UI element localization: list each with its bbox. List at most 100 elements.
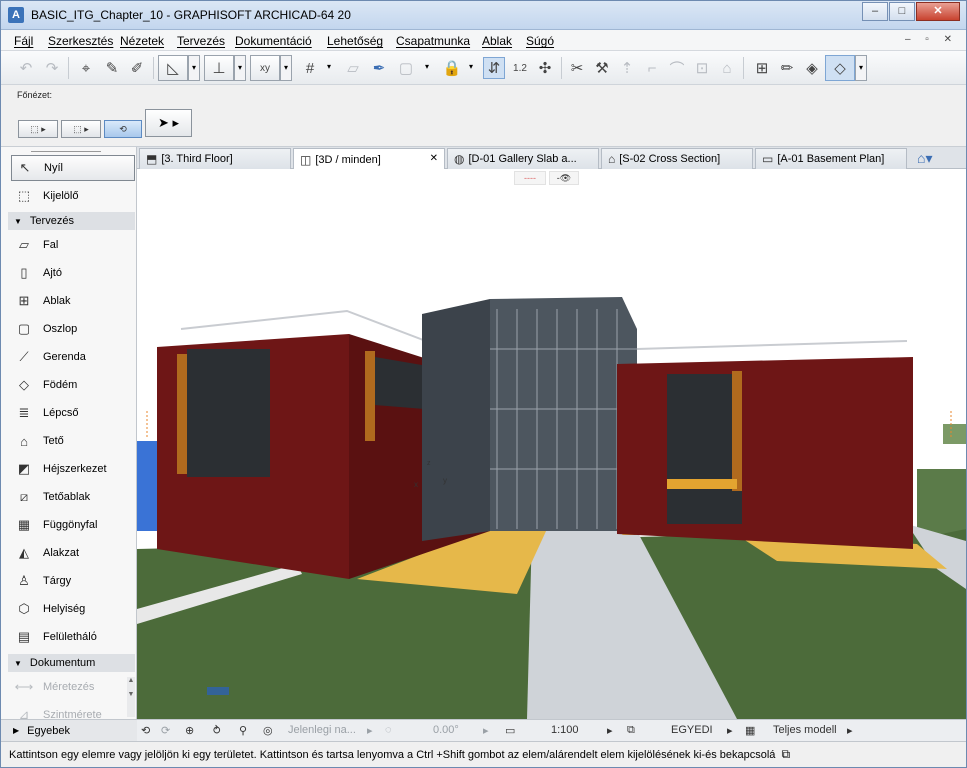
lock-dropdown[interactable]: ▾ xyxy=(465,55,477,81)
group-icon[interactable]: ▢ xyxy=(395,57,417,79)
scale-field[interactable]: 1:100 xyxy=(551,724,579,736)
menu-teamwork[interactable]: Csapatmunka xyxy=(396,34,470,48)
lock-icon[interactable]: 🔒 xyxy=(441,57,463,79)
tab-close-icon[interactable]: ✕ xyxy=(430,153,438,164)
tool-beam[interactable]: ⟋ Gerenda xyxy=(11,344,135,370)
tool-door[interactable]: ▯ Ajtó xyxy=(11,260,135,286)
eye-icon[interactable]: -👁 xyxy=(549,171,579,185)
group-dropdown[interactable]: ▾ xyxy=(421,55,433,81)
tool-arrow[interactable]: ↖ Nyíl xyxy=(11,155,135,181)
section-document[interactable]: ▼ Dokumentum xyxy=(8,654,135,672)
tool-roof[interactable]: ⌂ Tető xyxy=(11,428,135,454)
tool-curtain-wall[interactable]: ▦ Függönyfal xyxy=(11,512,135,538)
tool-dimension[interactable]: ⟷ Méretezés xyxy=(11,674,135,700)
navigator-view-field[interactable]: Jelenlegi na... xyxy=(288,724,356,736)
undo-icon[interactable]: ↶ xyxy=(15,57,37,79)
grid-snap-dropdown[interactable]: ▾ xyxy=(323,55,335,81)
menu-document[interactable]: Dokumentáció xyxy=(235,34,312,48)
angle-field[interactable]: 0.00° xyxy=(433,724,459,736)
suspend-groups-icon[interactable]: ⇵ xyxy=(483,57,505,79)
rotate-icon[interactable]: ⟲ xyxy=(141,724,150,737)
elevate-icon[interactable]: ⇡ xyxy=(616,57,638,79)
guide-lines-dropdown[interactable]: ▾ xyxy=(188,55,200,81)
selection-mode-rotated[interactable]: ⬚ ▸ xyxy=(61,120,101,138)
tool-skylight[interactable]: ⧄ Tetőablak xyxy=(11,484,135,510)
adjust-icon[interactable]: ⌐ xyxy=(641,57,663,79)
tab-cross-section[interactable]: ⌂ [S-02 Cross Section] xyxy=(601,148,753,169)
roof-trim-icon[interactable]: ⌂ xyxy=(716,57,738,79)
tool-window[interactable]: ⊞ Ablak xyxy=(11,288,135,314)
toolbox-scrollbar[interactable]: ▲ ▼ xyxy=(127,677,135,717)
menu-window[interactable]: Ablak xyxy=(482,34,512,48)
tool-stair[interactable]: ≣ Lépcső xyxy=(11,400,135,426)
trim-icon[interactable]: ⚒ xyxy=(591,57,613,79)
3d-nav-dropdown[interactable]: ▾ xyxy=(855,55,867,81)
scale-dropdown[interactable]: ▸ xyxy=(607,724,613,737)
eyedropper-icon[interactable]: ✎ xyxy=(101,57,123,79)
angle-dropdown[interactable]: ▸ xyxy=(483,724,489,737)
pointer-mode-button[interactable]: ➤ ▸ xyxy=(145,109,192,137)
tool-wall[interactable]: ▱ Fal xyxy=(11,232,135,258)
tool-marquee[interactable]: ⬚ Kijelölő xyxy=(11,183,135,209)
menu-view[interactable]: Nézetek xyxy=(120,34,164,48)
navigator-icon[interactable]: ◎ xyxy=(263,724,273,737)
tool-object[interactable]: ♙ Tárgy xyxy=(11,568,135,594)
menu-help[interactable]: Súgó xyxy=(526,34,554,48)
menu-file[interactable]: Fájl xyxy=(14,34,33,48)
brush-icon[interactable]: ✏ xyxy=(776,57,798,79)
close-button[interactable]: ✕ xyxy=(916,2,960,21)
tab-basement-plan[interactable]: ▭ [A-01 Basement Plan] xyxy=(755,148,907,169)
viewport-hide-toggle[interactable]: ---- xyxy=(514,171,546,185)
tool-zone[interactable]: ⬡ Helyiség xyxy=(11,596,135,622)
layer-combo-dropdown[interactable]: ▸ xyxy=(727,724,733,737)
minimize-button[interactable]: – xyxy=(862,2,888,21)
tool-shell[interactable]: ◩ Héjszerkezet xyxy=(11,456,135,482)
menu-design[interactable]: Tervezés xyxy=(177,34,225,48)
zoom-icon[interactable]: ⊕ xyxy=(185,724,194,737)
model-view-dropdown[interactable]: ▸ xyxy=(847,724,853,737)
pick-up-parameters-icon[interactable]: ⌖ xyxy=(75,57,97,79)
tool-morph[interactable]: ◭ Alakzat xyxy=(11,540,135,566)
menu-options[interactable]: Lehetőség xyxy=(327,34,383,48)
3d-viewport[interactable]: x y z ---- -👁 xyxy=(137,169,966,719)
tab-3d-all[interactable]: ◫ [3D / minden] ✕ xyxy=(293,148,445,170)
maximize-button[interactable]: □ xyxy=(889,2,915,21)
tool-column[interactable]: ▢ Oszlop xyxy=(11,316,135,342)
tab-third-floor[interactable]: ⬒ [3. Third Floor] xyxy=(139,148,291,169)
mdi-controls[interactable]: – ▫ ✕ xyxy=(905,34,958,45)
plane-icon[interactable]: ▱ xyxy=(342,57,364,79)
3d-nav-button[interactable]: ◇ xyxy=(825,55,855,81)
select-frame-icon[interactable]: ⊞ xyxy=(751,57,773,79)
section-other[interactable]: ▶ Egyebek xyxy=(1,719,137,741)
tool-mesh[interactable]: ▤ Felülethálό xyxy=(11,624,135,650)
surface-painter-icon[interactable]: ◈ xyxy=(801,57,823,79)
navigator-dropdown[interactable]: ▸ xyxy=(367,724,373,737)
snap-guides-dropdown[interactable]: ▾ xyxy=(234,55,246,81)
selection-mode-rectangle[interactable]: ⬚ ▸ xyxy=(18,120,58,138)
menu-edit[interactable]: Szerkesztés xyxy=(48,34,113,48)
redo-icon[interactable]: ↷ xyxy=(41,57,63,79)
selection-mode-3d[interactable]: ⟲ xyxy=(104,120,142,138)
snap-guides-button[interactable]: ⊥ xyxy=(204,55,234,81)
tool-slab[interactable]: ◇ Födém xyxy=(11,372,135,398)
redo-view-icon[interactable]: ⟳ xyxy=(161,724,170,737)
section-design[interactable]: ▼ Tervezés xyxy=(8,212,135,230)
pen-icon[interactable]: ✒ xyxy=(368,57,390,79)
title-bar[interactable]: A BASIC_ITG_Chapter_10 - GRAPHISOFT ARCH… xyxy=(1,1,966,30)
intersect-icon[interactable]: ✂ xyxy=(566,57,588,79)
hint-window-icon[interactable]: ⧉ xyxy=(781,747,790,762)
syringe-icon[interactable]: ✐ xyxy=(126,57,148,79)
fillet-icon[interactable]: ⌒ xyxy=(666,57,688,79)
dimension-tool-icon[interactable]: 1.2 xyxy=(509,57,531,79)
coordinate-button[interactable]: xy xyxy=(250,55,280,81)
walk-icon[interactable]: ⚲ xyxy=(239,724,247,737)
orbit-icon[interactable]: ⥁ xyxy=(213,724,221,737)
tab-gallery-slab[interactable]: ◍ [D-01 Gallery Slab a... xyxy=(447,148,599,169)
coordinate-dropdown[interactable]: ▾ xyxy=(280,55,292,81)
split-icon[interactable]: ⊡ xyxy=(691,57,713,79)
grid-snap-icon[interactable]: # xyxy=(299,57,321,79)
guide-lines-button[interactable]: ◺ xyxy=(158,55,188,81)
explode-icon[interactable]: ✣ xyxy=(534,57,556,79)
model-view-field[interactable]: Teljes modell xyxy=(773,724,837,736)
layer-combo-field[interactable]: EGYEDI xyxy=(671,724,713,736)
